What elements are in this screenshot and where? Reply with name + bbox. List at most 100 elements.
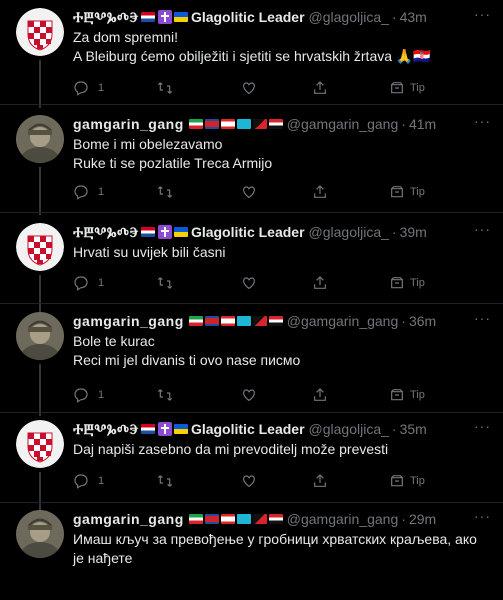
tweet[interactable]: gamgarin_gang @gamgarin_gang · 36m ··· B… (0, 310, 503, 416)
more-options-icon[interactable]: ··· (474, 508, 491, 524)
thread-connector-line (39, 167, 41, 215)
retweet-icon (157, 389, 173, 401)
avatar[interactable] (16, 420, 64, 468)
avatar[interactable] (16, 223, 64, 271)
tweet-header: ⰀⰁⰂⰃⰄⰅ Glagolitic Leader @glagoljica_ · … (73, 221, 491, 241)
more-options-icon[interactable]: ··· (474, 221, 491, 237)
tweet[interactable]: gamgarin_gang @gamgarin_gang · 29m ··· И… (0, 508, 503, 600)
display-name[interactable]: Glagolitic Leader (191, 224, 305, 240)
avatar[interactable] (16, 510, 64, 558)
timestamp[interactable]: 36m (409, 313, 436, 329)
divider (0, 303, 503, 304)
tip-button[interactable]: Tip (389, 80, 425, 96)
avatar[interactable] (16, 312, 64, 360)
ukraine-flag-icon (173, 12, 188, 22)
user-handle[interactable]: @gamgarin_gang (287, 313, 399, 329)
share-button[interactable] (312, 275, 328, 291)
reply-button[interactable]: 1 (73, 387, 104, 403)
croatian-checkerboard-avatar (16, 8, 64, 56)
tweet-line: Daj napiši zasebno da mi prevoditelj mož… (73, 441, 389, 457)
like-button[interactable] (241, 184, 257, 200)
egypt-flag-icon (268, 316, 283, 326)
timestamp[interactable]: 43m (400, 9, 427, 25)
tip-label: Tip (410, 277, 425, 289)
tip-label: Tip (410, 186, 425, 198)
user-handle[interactable]: @glagoljica_ (309, 421, 389, 437)
display-name[interactable]: gamgarin_gang (73, 116, 184, 132)
user-handle[interactable]: @gamgarin_gang (287, 116, 399, 132)
retweet-button[interactable] (157, 80, 173, 96)
reply-button[interactable]: 1 (73, 473, 104, 489)
user-handle[interactable]: @glagoljica_ (309, 9, 389, 25)
share-button[interactable] (312, 80, 328, 96)
reply-count: 1 (98, 475, 105, 487)
tweet-text: Daj napiši zasebno da mi prevoditelj mož… (73, 440, 491, 459)
like-button[interactable] (241, 387, 257, 403)
tweet-line: A Bleiburg ćemo obilježiti i sjetiti se … (73, 48, 431, 64)
user-handle[interactable]: @glagoljica_ (309, 224, 389, 240)
display-name[interactable]: Glagolitic Leader (191, 421, 305, 437)
more-options-icon[interactable]: ··· (474, 418, 491, 434)
share-icon (314, 276, 326, 289)
display-name[interactable]: gamgarin_gang (73, 313, 184, 329)
more-options-icon[interactable]: ··· (474, 113, 491, 129)
tweet[interactable]: ⰀⰁⰂⰃⰄⰅ Glagolitic Leader @glagoljica_ · … (0, 418, 503, 512)
glagolitic-glyphs[interactable]: ⰀⰁⰂⰃⰄⰅ (73, 421, 139, 438)
egypt-flag-icon (268, 514, 283, 524)
tip-label: Tip (410, 82, 425, 94)
lebanon-flag-icon (220, 316, 235, 326)
ukraine-flag-icon (173, 227, 188, 237)
retweet-button[interactable] (157, 473, 173, 489)
tweet[interactable]: ⰀⰁⰂⰃⰄⰅ Glagolitic Leader @glagoljica_ · … (0, 221, 503, 315)
tip-button[interactable]: Tip (389, 387, 425, 403)
latin-cross-icon (157, 422, 172, 436)
croatian-checkerboard-avatar (16, 420, 64, 468)
tweet-text: Имаш кључ за превођење у гробници хрватс… (73, 530, 491, 568)
like-button[interactable] (241, 80, 257, 96)
action-bar: 1 Tip (73, 387, 491, 403)
tweet[interactable]: ⰀⰁⰂⰃⰄⰅ Glagolitic Leader @glagoljica_ · … (0, 6, 503, 108)
timestamp[interactable]: 35m (400, 421, 427, 437)
avatar[interactable] (16, 115, 64, 163)
divider (0, 502, 503, 503)
display-name[interactable]: gamgarin_gang (73, 511, 184, 527)
share-button[interactable] (312, 184, 328, 200)
retweet-button[interactable] (157, 184, 173, 200)
latin-cross-icon (157, 10, 172, 24)
retweet-icon (157, 475, 173, 487)
iran-flag-icon (188, 316, 203, 326)
glagolitic-glyphs[interactable]: ⰀⰁⰂⰃⰄⰅ (73, 9, 139, 26)
tweet-header: gamgarin_gang @gamgarin_gang · 29m ··· (73, 508, 491, 528)
reply-button[interactable]: 1 (73, 184, 104, 200)
tip-icon (391, 475, 403, 487)
share-button[interactable] (312, 387, 328, 403)
more-options-icon[interactable]: ··· (474, 6, 491, 22)
timestamp[interactable]: 29m (409, 511, 436, 527)
reply-button[interactable]: 1 (73, 80, 104, 96)
reply-button[interactable]: 1 (73, 275, 104, 291)
more-options-icon[interactable]: ··· (474, 310, 491, 326)
share-icon (314, 388, 326, 401)
tweet-line: Ruke ti se pozlatile Treca Armijo (73, 155, 273, 171)
like-button[interactable] (241, 275, 257, 291)
action-bar: 1 Tip (73, 275, 491, 291)
tip-button[interactable]: Tip (389, 275, 425, 291)
tweet[interactable]: gamgarin_gang @gamgarin_gang · 41m ··· B… (0, 113, 503, 215)
share-button[interactable] (312, 473, 328, 489)
separator-dot: · (391, 9, 397, 25)
tip-button[interactable]: Tip (389, 184, 425, 200)
timestamp[interactable]: 39m (400, 224, 427, 240)
display-name[interactable]: Glagolitic Leader (191, 9, 305, 25)
tweet-text: Bome i mi obelezavamo Ruke ti se pozlati… (73, 135, 491, 173)
retweet-button[interactable] (157, 387, 173, 403)
share-icon (314, 474, 326, 487)
user-handle[interactable]: @gamgarin_gang (287, 511, 399, 527)
separator-dot: · (401, 116, 406, 132)
timestamp[interactable]: 41m (409, 116, 436, 132)
like-button[interactable] (241, 473, 257, 489)
glagolitic-glyphs[interactable]: ⰀⰁⰂⰃⰄⰅ (73, 224, 139, 241)
papua-new-guinea-flag-icon (252, 119, 267, 129)
tip-button[interactable]: Tip (389, 473, 425, 489)
retweet-button[interactable] (157, 275, 173, 291)
avatar[interactable] (16, 8, 64, 56)
